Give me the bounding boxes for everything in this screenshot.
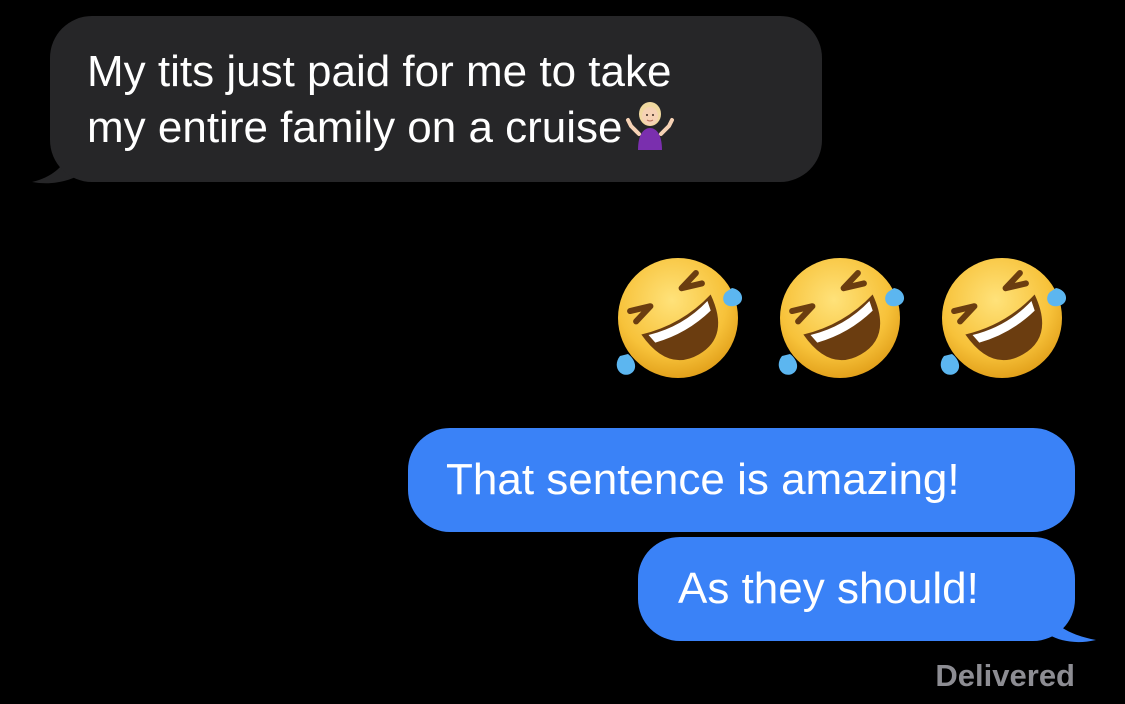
- incoming-message-line-1: My tits just paid for me to take: [87, 47, 672, 96]
- rolling-on-floor-laughing-icon: [778, 258, 905, 378]
- outgoing-message-bubble[interactable]: As they should!: [638, 537, 1075, 641]
- outgoing-message-text: As they should!: [678, 564, 979, 613]
- rolling-on-floor-laughing-icon: [616, 258, 743, 378]
- outgoing-message-text: That sentence is amazing!: [446, 455, 960, 504]
- person-shrugging-icon: [625, 102, 674, 151]
- reaction-emoji-row[interactable]: [610, 248, 1070, 384]
- incoming-message-line-2-text: my entire family on a cruise: [87, 103, 623, 152]
- incoming-message-bubble[interactable]: My tits just paid for me to take my enti…: [50, 16, 822, 182]
- rolling-on-floor-laughing-icon: [940, 258, 1067, 378]
- incoming-message-line-2: my entire family on a cruise: [87, 100, 802, 156]
- delivery-status: Delivered: [935, 658, 1075, 693]
- outgoing-message-bubble[interactable]: That sentence is amazing!: [408, 428, 1075, 532]
